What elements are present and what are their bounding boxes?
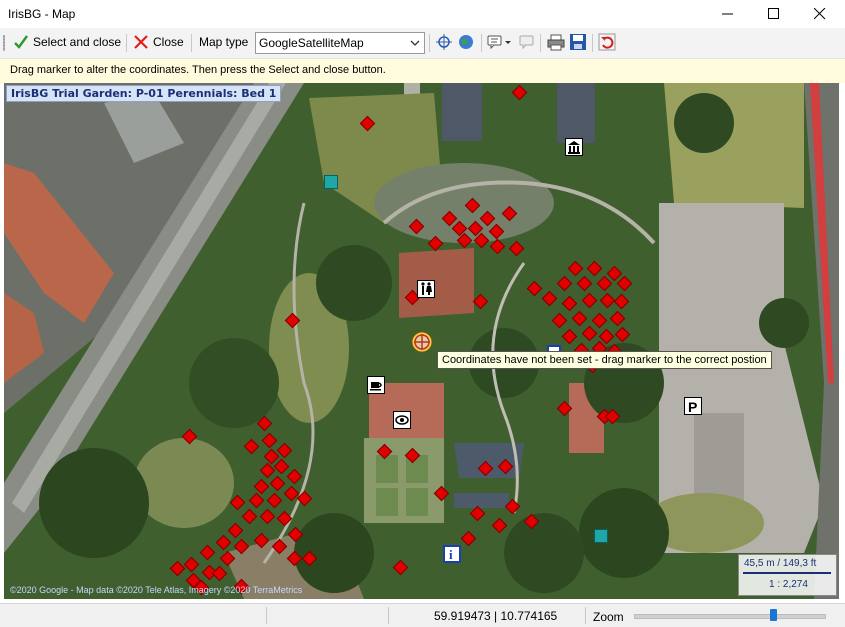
close-window-button[interactable]: [797, 0, 843, 28]
instruction-bar: Drag marker to alter the coordinates. Th…: [0, 59, 845, 83]
scale-distance: 45,5 m / 149,3 ft: [744, 558, 817, 569]
marker-tooltip: Coordinates have not been set - drag mar…: [437, 351, 772, 369]
comment-disabled-icon[interactable]: [518, 33, 536, 51]
info-icon[interactable]: i: [443, 545, 461, 563]
restroom-icon[interactable]: [417, 280, 435, 298]
coordinate-marker-icon[interactable]: [410, 330, 434, 354]
close-icon: [814, 8, 826, 20]
minimize-icon: [722, 13, 733, 15]
cafe-icon[interactable]: [367, 376, 385, 394]
scale-ratio: 1 : 2,274: [769, 579, 808, 590]
toolbar-separator: [592, 34, 593, 52]
toolbar-separator: [481, 34, 482, 52]
close-label: Close: [153, 35, 184, 49]
window-title: IrisBG - Map: [8, 7, 76, 21]
coordinates-readout: 59.919473 | 10.774165: [434, 609, 558, 623]
map-view[interactable]: IrisBG Trial Garden: P-01 Perennials: Be…: [4, 83, 839, 599]
locate-icon[interactable]: [435, 33, 453, 51]
status-divider: [585, 607, 586, 624]
status-divider: [388, 607, 389, 624]
garden-icon[interactable]: [594, 529, 608, 543]
garden-icon[interactable]: [324, 175, 338, 189]
svg-text:P: P: [688, 399, 697, 414]
scale-box: 45,5 m / 149,3 ft 1 : 2,274: [738, 554, 837, 596]
select-and-close-button[interactable]: Select and close: [13, 31, 121, 53]
status-bar: 59.919473 | 10.774165 Zoom: [0, 603, 845, 627]
scale-bar: [743, 572, 831, 574]
red-x-icon: [134, 35, 148, 49]
checkmark-icon: [14, 35, 28, 49]
close-button[interactable]: Close: [133, 31, 184, 53]
comment-dropdown-icon[interactable]: [487, 33, 513, 51]
chevron-down-icon: [410, 40, 420, 46]
save-icon[interactable]: [569, 33, 587, 51]
maximize-button[interactable]: [751, 0, 797, 28]
zoom-slider[interactable]: [634, 609, 826, 621]
zoom-slider-thumb[interactable]: [770, 609, 777, 621]
maximize-icon: [768, 8, 779, 19]
map-type-value: GoogleSatelliteMap: [259, 36, 364, 50]
title-bar: IrisBG - Map: [0, 0, 845, 28]
select-and-close-label: Select and close: [33, 35, 122, 49]
toolbar-grip[interactable]: [3, 35, 5, 51]
instruction-text: Drag marker to alter the coordinates. Th…: [10, 64, 386, 76]
undo-icon[interactable]: [598, 33, 616, 51]
location-label: IrisBG Trial Garden: P-01 Perennials: Be…: [6, 85, 282, 102]
minimize-button[interactable]: [705, 0, 751, 28]
parking-icon[interactable]: P: [684, 397, 702, 415]
toolbar-separator: [126, 34, 127, 52]
map-attribution: ©2020 Google - Map data ©2020 Tele Atlas…: [10, 585, 303, 595]
print-icon[interactable]: [547, 33, 565, 51]
museum-icon[interactable]: [565, 138, 583, 156]
globe-icon[interactable]: [457, 33, 475, 51]
toolbar-separator: [429, 34, 430, 52]
map-type-select[interactable]: GoogleSatelliteMap: [255, 32, 425, 54]
map-type-label: Map type: [199, 35, 249, 49]
svg-text:i: i: [449, 547, 453, 561]
viewpoint-icon[interactable]: [393, 411, 411, 429]
status-divider: [266, 607, 267, 624]
toolbar-separator: [191, 34, 192, 52]
zoom-label: Zoom: [593, 610, 624, 624]
toolbar-separator: [540, 34, 541, 52]
